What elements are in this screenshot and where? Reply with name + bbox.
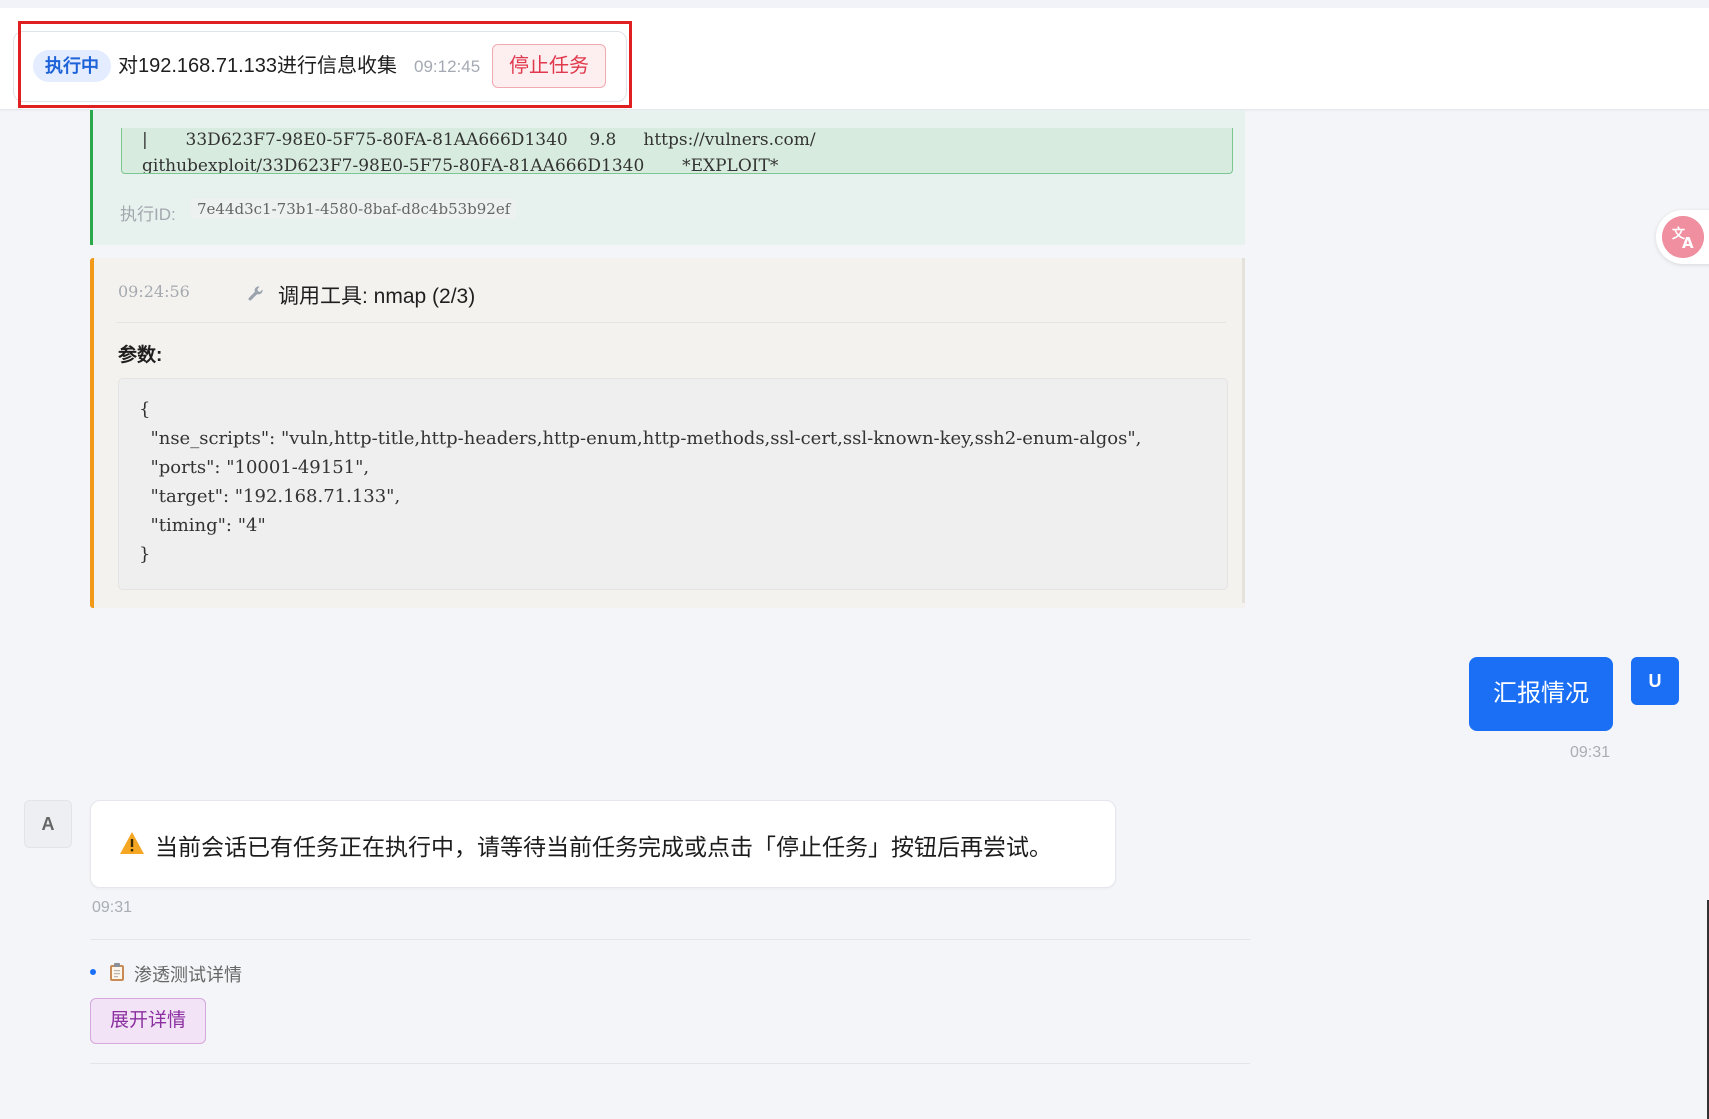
user-message-time: 09:31 bbox=[1570, 744, 1611, 761]
divider bbox=[90, 1063, 1250, 1064]
assistant-message-time: 09:31 bbox=[92, 899, 133, 916]
tool-call-block: 09:24:56 调用工具: nmap (2/3) 参数: { "nse_scr… bbox=[90, 258, 1245, 608]
code-line: "ports": "10001-49151", bbox=[139, 457, 370, 478]
code-line: { bbox=[139, 399, 151, 420]
wrench-icon bbox=[246, 284, 266, 304]
user-message-bubble: 汇报情况 bbox=[1469, 657, 1613, 731]
tool-call-time: 09:24:56 bbox=[118, 282, 190, 301]
exec-id-value: 7e44d3c1-73b1-4580-8baf-d8c4b53b92ef bbox=[191, 199, 517, 219]
result-line: | 33D623F7-98E0-5F75-80FA-81AA666D1340 9… bbox=[142, 130, 816, 150]
assistant-message-text: 当前会话已有任务正在执行中，请等待当前任务完成或点击「停止任务」按钮后再尝试。 bbox=[155, 834, 1052, 860]
translate-icon: 文 A bbox=[1662, 216, 1704, 258]
params-label: 参数: bbox=[118, 345, 163, 366]
svg-text:A: A bbox=[1682, 234, 1694, 252]
details-section-label: 渗透测试详情 bbox=[134, 965, 242, 985]
translate-button[interactable]: 文 A bbox=[1656, 210, 1709, 264]
code-line: "target": "192.168.71.133", bbox=[139, 486, 401, 507]
divider bbox=[1242, 258, 1245, 603]
divider bbox=[90, 939, 1250, 940]
tool-result-block: | 33D623F7-98E0-5F75-80FA-81AA666D1340 9… bbox=[90, 110, 1245, 245]
warning-icon bbox=[119, 831, 145, 855]
divider bbox=[116, 322, 1226, 323]
code-line: "timing": "4" bbox=[139, 515, 266, 536]
user-avatar: U bbox=[1631, 657, 1679, 705]
annotation-highlight-box bbox=[18, 21, 632, 108]
assistant-avatar: A bbox=[24, 800, 72, 848]
code-line: "nse_scripts": "vuln,http-title,http-hea… bbox=[139, 428, 1142, 449]
assistant-message-bubble: 当前会话已有任务正在执行中，请等待当前任务完成或点击「停止任务」按钮后再尝试。 bbox=[90, 800, 1116, 888]
bullet-dot bbox=[90, 969, 96, 975]
code-line: } bbox=[139, 544, 151, 565]
tool-call-title: 调用工具: nmap (2/3) bbox=[278, 285, 476, 308]
expand-details-button[interactable]: 展开详情 bbox=[90, 998, 206, 1044]
result-line: githubexploit/33D623F7-98E0-5F75-80FA-81… bbox=[142, 156, 779, 174]
clipboard-icon bbox=[108, 962, 126, 982]
result-output: | 33D623F7-98E0-5F75-80FA-81AA666D1340 9… bbox=[121, 128, 1233, 174]
exec-id-label: 执行ID: bbox=[120, 205, 176, 224]
params-code-block: { "nse_scripts": "vuln,http-title,http-h… bbox=[118, 378, 1228, 590]
